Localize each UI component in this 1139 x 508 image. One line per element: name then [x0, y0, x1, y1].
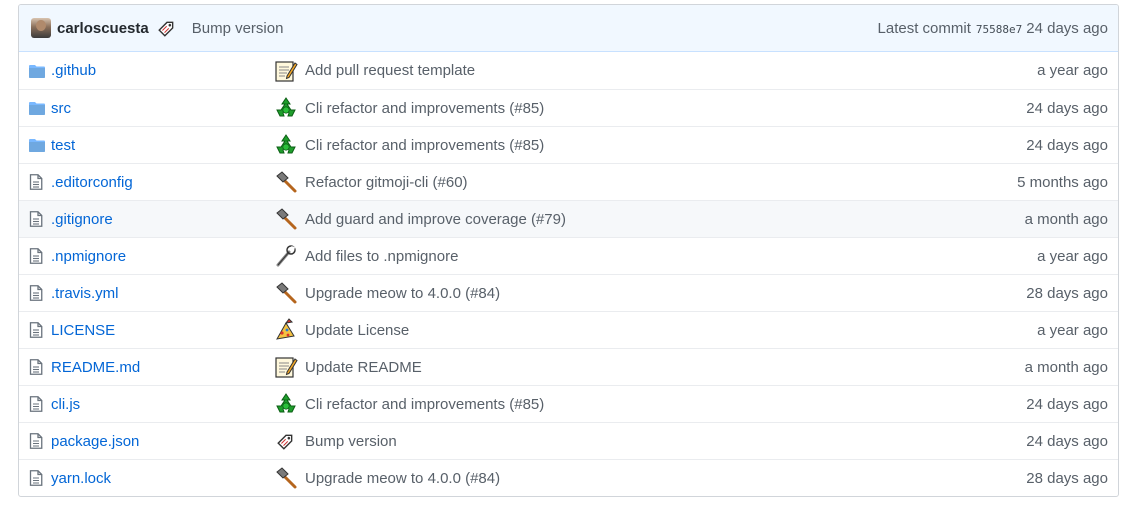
file-icon — [29, 285, 51, 301]
file-name-link[interactable]: test — [51, 137, 274, 154]
commit-message-link[interactable]: Bump version — [305, 433, 397, 450]
commit-message-cell: Cli refactor and improvements (#85) — [274, 96, 1026, 120]
file-icon — [29, 211, 51, 227]
file-icon — [29, 470, 51, 486]
file-row[interactable]: src Cli refactor and improvements (#85) 24… — [19, 89, 1118, 126]
bookmark-tag-icon — [155, 16, 179, 40]
folder-icon — [29, 138, 51, 152]
hammer-icon — [274, 281, 298, 305]
file-name-link[interactable]: .gitignore — [51, 211, 274, 228]
file-row[interactable]: .travis.yml Upgrade meow to 4.0.0 (#84) 28… — [19, 274, 1118, 311]
commit-message-link[interactable]: Cli refactor and improvements (#85) — [305, 137, 544, 154]
bookmark-tag-icon — [274, 429, 298, 453]
commit-age: 5 months ago — [1017, 173, 1108, 191]
file-row[interactable]: LICENSE Update License a year ago — [19, 311, 1118, 348]
file-row[interactable]: README.md Update README a month ago — [19, 348, 1118, 385]
folder-icon — [29, 64, 51, 78]
latest-commit-bar: carloscuesta Bump version Latest commit … — [19, 5, 1118, 52]
commit-sha-link[interactable]: 75588e7 — [976, 23, 1022, 36]
file-icon — [29, 396, 51, 412]
commit-message-cell: Cli refactor and improvements (#85) — [274, 133, 1026, 157]
commit-message-cell: Refactor gitmoji-cli (#60) — [274, 170, 1017, 194]
file-name-link[interactable]: LICENSE — [51, 322, 274, 339]
commit-message-link[interactable]: Refactor gitmoji-cli (#60) — [305, 174, 468, 191]
commit-message-link[interactable]: Update README — [305, 359, 422, 376]
commit-age: a year ago — [1037, 62, 1108, 79]
commit-message-cell: Cli refactor and improvements (#85) — [274, 392, 1026, 416]
file-row[interactable]: .editorconfig Refactor gitmoji-cli (#60) 5… — [19, 163, 1118, 200]
file-name-link[interactable]: package.json — [51, 433, 274, 450]
file-icon — [29, 248, 51, 264]
commit-age: a month ago — [1024, 358, 1108, 376]
commit-age: 28 days ago — [1026, 469, 1108, 487]
commit-message-cell: Add files to .npmignore — [274, 244, 1037, 268]
recycle-icon — [274, 96, 298, 120]
file-table: carloscuesta Bump version Latest commit … — [18, 4, 1119, 497]
hammer-icon — [274, 466, 298, 490]
page-icon — [274, 318, 298, 342]
commit-age: 24 days ago — [1026, 136, 1108, 154]
wrench-icon — [274, 244, 298, 268]
commit-message-cell: Update README — [274, 355, 1025, 379]
commit-age: a year ago — [1037, 247, 1108, 265]
commit-age: a year ago — [1037, 321, 1108, 339]
file-name-link[interactable]: .github — [51, 62, 274, 79]
file-name-link[interactable]: .travis.yml — [51, 285, 274, 302]
commit-message-link[interactable]: Add files to .npmignore — [305, 248, 458, 265]
commit-message-cell: Add pull request template — [274, 59, 1037, 83]
commit-message-link[interactable]: Upgrade meow to 4.0.0 (#84) — [305, 470, 500, 487]
file-name-link[interactable]: src — [51, 100, 274, 117]
commit-age: 24 days ago — [1026, 19, 1108, 37]
latest-commit-label: Latest commit — [877, 19, 971, 37]
commit-age: 24 days ago — [1026, 99, 1108, 117]
file-name-link[interactable]: .npmignore — [51, 248, 274, 265]
commit-message-cell: Update License — [274, 318, 1037, 342]
commit-message-cell: Bump version — [274, 429, 1026, 453]
commit-age: 24 days ago — [1026, 432, 1108, 450]
folder-icon — [29, 101, 51, 115]
file-icon — [29, 359, 51, 375]
latest-commit-info: Latest commit 75588e7 24 days ago — [878, 20, 1108, 37]
file-name-link[interactable]: README.md — [51, 359, 274, 376]
file-row[interactable]: cli.js Cli refactor and improvements (#85… — [19, 385, 1118, 422]
file-row[interactable]: yarn.lock Upgrade meow to 4.0.0 (#84) 28 d… — [19, 459, 1118, 496]
file-name-link[interactable]: yarn.lock — [51, 470, 274, 487]
commit-message-link[interactable]: Update License — [305, 322, 409, 339]
commit-message-link[interactable]: Add pull request template — [305, 62, 475, 79]
memo-icon — [274, 59, 298, 83]
commit-message-cell: Upgrade meow to 4.0.0 (#84) — [274, 281, 1026, 305]
hammer-icon — [274, 170, 298, 194]
file-name-link[interactable]: cli.js — [51, 396, 274, 413]
file-icon — [29, 433, 51, 449]
commit-age: a month ago — [1024, 210, 1108, 228]
commit-message-link[interactable]: Cli refactor and improvements (#85) — [305, 100, 544, 117]
recycle-icon — [274, 392, 298, 416]
file-name-link[interactable]: .editorconfig — [51, 174, 274, 191]
file-row[interactable]: test Cli refactor and improvements (#85) 2… — [19, 126, 1118, 163]
commit-message-link[interactable]: Add guard and improve coverage (#79) — [305, 211, 566, 228]
commit-age: 24 days ago — [1026, 395, 1108, 413]
avatar[interactable] — [31, 18, 51, 38]
commit-author-link[interactable]: carloscuesta — [57, 20, 149, 37]
commit-message-cell: Upgrade meow to 4.0.0 (#84) — [274, 466, 1026, 490]
memo-icon — [274, 355, 298, 379]
hammer-icon — [274, 207, 298, 231]
recycle-icon — [274, 133, 298, 157]
file-list: .github Add pull request template a year a… — [19, 52, 1118, 496]
file-row[interactable]: .gitignore Add guard and improve coverage… — [19, 200, 1118, 237]
commit-message-link[interactable]: Bump version — [192, 20, 284, 37]
file-icon — [29, 174, 51, 190]
commit-age: 28 days ago — [1026, 284, 1108, 302]
file-row[interactable]: .npmignore Add files to .npmignore a year … — [19, 237, 1118, 274]
file-icon — [29, 322, 51, 338]
commit-message-link[interactable]: Cli refactor and improvements (#85) — [305, 396, 544, 413]
commit-message-link[interactable]: Upgrade meow to 4.0.0 (#84) — [305, 285, 500, 302]
file-row[interactable]: .github Add pull request template a year a… — [19, 52, 1118, 89]
file-row[interactable]: package.json Bump version 24 days ago — [19, 422, 1118, 459]
commit-message-cell: Add guard and improve coverage (#79) — [274, 207, 1025, 231]
